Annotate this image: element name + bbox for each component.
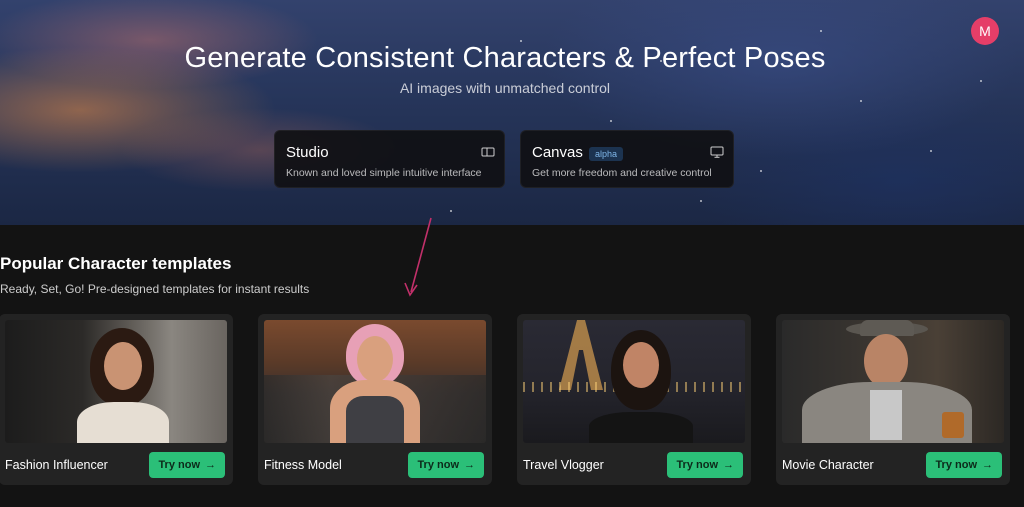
canvas-title: Canvas xyxy=(532,144,583,161)
template-name: Fitness Model xyxy=(264,458,342,472)
alpha-badge: alpha xyxy=(589,147,624,161)
try-now-button[interactable]: Try now → xyxy=(149,452,225,478)
template-card-travel-vlogger[interactable]: Travel Vlogger Try now → xyxy=(517,314,751,485)
try-now-label: Try now xyxy=(158,459,200,471)
template-name: Movie Character xyxy=(782,458,874,472)
try-now-button[interactable]: Try now → xyxy=(408,452,484,478)
arrow-right-icon: → xyxy=(464,459,475,471)
try-now-button[interactable]: Try now → xyxy=(926,452,1002,478)
page-title: Generate Consistent Characters & Perfect… xyxy=(184,42,826,74)
fashion-influencer-image xyxy=(5,320,227,443)
panel-icon xyxy=(481,147,495,157)
studio-mode-card[interactable]: Studio Known and loved simple intuitive … xyxy=(274,130,505,188)
studio-title: Studio xyxy=(286,144,329,161)
fitness-model-image xyxy=(264,320,486,443)
canvas-description: Get more freedom and creative control xyxy=(532,167,712,179)
page-subtitle: AI images with unmatched control xyxy=(399,80,611,96)
template-card-fitness-model[interactable]: Fitness Model Try now → xyxy=(258,314,492,485)
arrow-right-icon: → xyxy=(982,459,993,471)
try-now-label: Try now xyxy=(417,459,459,471)
monitor-icon xyxy=(710,146,724,158)
template-card-fashion-influencer[interactable]: Fashion Influencer Try now → xyxy=(0,314,233,485)
try-now-button[interactable]: Try now → xyxy=(667,452,743,478)
templates-section-subtitle: Ready, Set, Go! Pre-designed templates f… xyxy=(0,282,310,296)
hero-banner xyxy=(0,0,1024,225)
arrow-right-icon: → xyxy=(723,459,734,471)
user-avatar[interactable]: M xyxy=(971,17,999,45)
template-card-movie-character[interactable]: Movie Character Try now → xyxy=(776,314,1010,485)
eiffel-tower-shape xyxy=(559,320,603,390)
template-name: Travel Vlogger xyxy=(523,458,604,472)
travel-vlogger-image xyxy=(523,320,745,443)
movie-character-image xyxy=(782,320,1004,443)
try-now-label: Try now xyxy=(935,459,977,471)
try-now-label: Try now xyxy=(676,459,718,471)
templates-section-title: Popular Character templates xyxy=(0,254,232,273)
arrow-right-icon: → xyxy=(205,459,216,471)
template-name: Fashion Influencer xyxy=(5,458,108,472)
studio-description: Known and loved simple intuitive interfa… xyxy=(286,167,482,179)
canvas-mode-card[interactable]: Canvas alpha Get more freedom and creati… xyxy=(520,130,734,188)
